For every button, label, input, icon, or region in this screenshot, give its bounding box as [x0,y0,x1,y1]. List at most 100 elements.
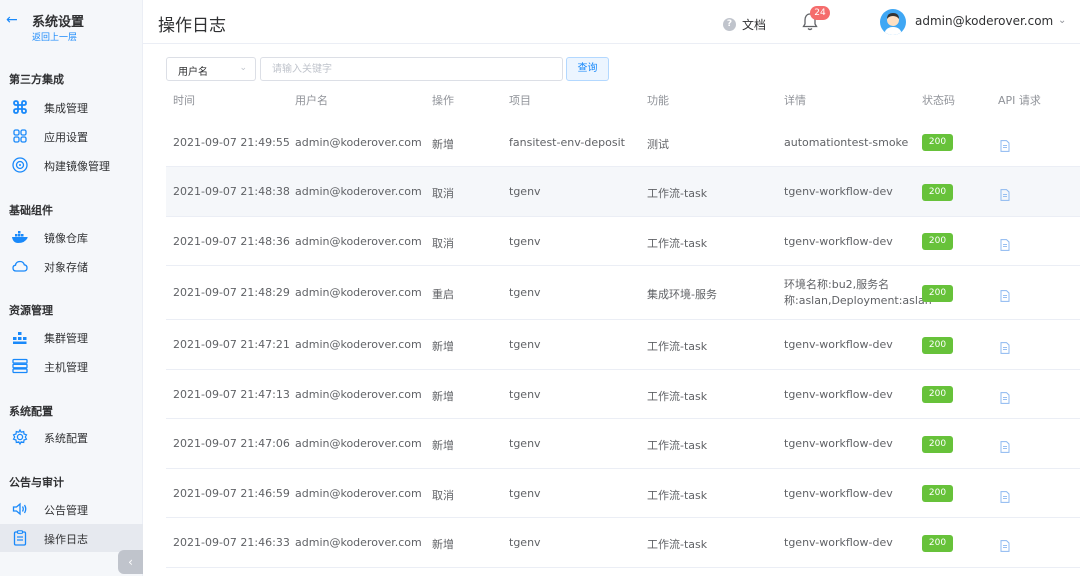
sidebar-section-title: 第三方集成 [9,73,64,86]
back-arrow-icon[interactable]: ← [6,12,18,28]
table-row[interactable]: 2021-09-07 21:48:29 admin@koderover.com 重启… [166,266,1080,320]
col-user-cell: admin@koderover.com [295,536,422,549]
table-row[interactable]: 2021-09-07 21:47:13 admin@koderover.com 新增… [166,370,1080,419]
chevron-down-icon[interactable]: ⌄ [1058,15,1066,26]
sidebar-item[interactable]: 主机管理 [0,352,143,380]
user-email[interactable]: admin@koderover.com [915,14,1053,28]
col-time-cell: 2021-09-07 21:46:33 [173,536,290,549]
status-badge: 200 [922,386,953,403]
sidebar-header: ← 系统设置 返回上一层 [0,0,143,52]
table-row[interactable]: 2021-09-07 21:47:06 admin@koderover.com 新增… [166,419,1080,469]
col-time-header: 时间 [173,94,195,107]
speaker-icon [11,500,29,518]
document-icon[interactable] [1000,236,1010,251]
col-function-cell: 工作流-task [647,538,708,551]
col-user-cell: admin@koderover.com [295,486,422,500]
docs-link[interactable]: ? 文档 [723,14,767,32]
col-detail-cell: tgenv-workflow-dev [784,536,893,549]
col-time-cell: 2021-09-07 21:47:06 [173,437,290,450]
document-icon[interactable] [1000,438,1010,453]
sidebar-item[interactable]: 系统配置 [0,423,143,451]
apps-grid-icon [11,127,29,145]
sidebar-item-label: 构建镜像管理 [44,160,110,173]
keyword-input[interactable] [260,57,563,81]
table-row[interactable]: 2021-09-07 21:46:59 admin@koderover.com 取消… [166,469,1080,518]
document-icon[interactable] [1000,186,1010,201]
docker-icon [11,228,29,246]
sidebar: ← 系统设置 返回上一层 第三方集成集成管理应用设置构建镜像管理基础组件镜像仓库… [0,0,143,576]
sidebar-item[interactable]: 对象存储 [0,252,143,280]
sidebar-item-label: 操作日志 [44,533,88,546]
back-link[interactable]: 返回上一层 [32,30,77,43]
col-action-cell: 重启 [432,288,454,301]
sidebar-section-title: 基础组件 [9,204,53,217]
table-row[interactable]: 2021-09-07 21:48:38 admin@koderover.com 取消… [166,167,1080,217]
document-icon[interactable] [1000,389,1010,404]
col-function-cell: 工作流-task [647,340,708,353]
sidebar-section-title: 资源管理 [9,304,53,317]
table-row[interactable]: 2021-09-07 21:47:21 admin@koderover.com 新增… [166,320,1080,370]
status-badge: 200 [922,134,953,151]
col-project-cell: tgenv [509,437,541,450]
sidebar-item-label: 公告管理 [44,504,88,517]
chevron-left-icon[interactable]: ‹ [118,550,143,574]
col-function-cell: 工作流-task [647,389,708,403]
sidebar-section-title: 系统配置 [9,405,53,418]
avatar-image [884,13,902,35]
table-row[interactable]: 2021-09-07 21:49:55 admin@koderover.com 新增… [166,118,1080,167]
col-status-header: 状态码 [922,94,955,107]
table-row[interactable]: 2021-09-07 21:46:33 admin@koderover.com 新增… [166,518,1080,568]
clipboard-icon [11,529,29,547]
col-action-cell: 取消 [432,488,454,502]
sidebar-item[interactable]: 公告管理 [0,495,143,523]
search-button[interactable]: 查询 [566,57,609,81]
col-time-cell: 2021-09-07 21:46:59 [173,486,290,500]
col-project-cell: tgenv [509,387,541,401]
gear-icon [11,428,29,446]
status-badge: 200 [922,485,953,502]
col-detail-cell: tgenv-workflow-dev [784,437,893,450]
search-field-select[interactable]: 用户名 ⌄ [166,57,256,81]
sidebar-item-label: 集成管理 [44,102,88,115]
sidebar-item-label: 集群管理 [44,332,88,345]
table-row[interactable]: 2021-09-07 21:48:36 admin@koderover.com 取消… [166,217,1080,266]
sidebar-item-label: 应用设置 [44,131,88,144]
document-icon[interactable] [1000,537,1010,552]
sidebar-item[interactable]: 集群管理 [0,323,143,351]
status-badge: 200 [922,534,953,552]
sidebar-section-title: 公告与审计 [9,476,64,489]
cluster-icon [11,328,29,346]
col-action-cell: 新增 [432,137,454,151]
sidebar-item[interactable]: 镜像仓库 [0,223,143,251]
sidebar-item[interactable]: 构建镜像管理 [0,151,143,179]
col-user-cell: admin@koderover.com [295,135,422,149]
docs-label: 文档 [742,18,767,32]
col-user-cell: admin@koderover.com [295,338,422,351]
col-user-cell: admin@koderover.com [295,286,422,299]
document-icon[interactable] [1000,339,1010,354]
sidebar-item[interactable]: 应用设置 [0,122,143,150]
server-icon [11,357,29,375]
avatar[interactable] [880,9,906,35]
document-icon[interactable] [1000,287,1010,302]
col-project-cell: tgenv [509,286,541,299]
chevron-down-icon: ⌄ [239,63,247,73]
sidebar-item[interactable]: 操作日志 [0,524,143,552]
col-project-cell: tgenv [509,486,541,500]
col-action-cell: 取消 [432,187,454,200]
col-project-cell: tgenv [509,536,541,549]
document-icon[interactable] [1000,488,1010,503]
col-time-cell: 2021-09-07 21:48:36 [173,234,290,248]
sidebar-item[interactable]: 集成管理 [0,93,143,121]
col-detail-header: 详情 [784,94,806,107]
sidebar-title: 系统设置 [32,15,85,30]
col-function-header: 功能 [647,94,669,107]
sidebar-item-label: 主机管理 [44,361,88,374]
col-function-cell: 集成环境-服务 [647,288,717,301]
notification-badge: 24 [810,6,830,20]
document-icon[interactable] [1000,137,1010,152]
col-time-cell: 2021-09-07 21:48:38 [173,185,290,198]
status-badge: 200 [922,183,953,201]
col-action-header: 操作 [432,94,454,107]
col-detail-cell: tgenv-workflow-dev [784,387,893,401]
